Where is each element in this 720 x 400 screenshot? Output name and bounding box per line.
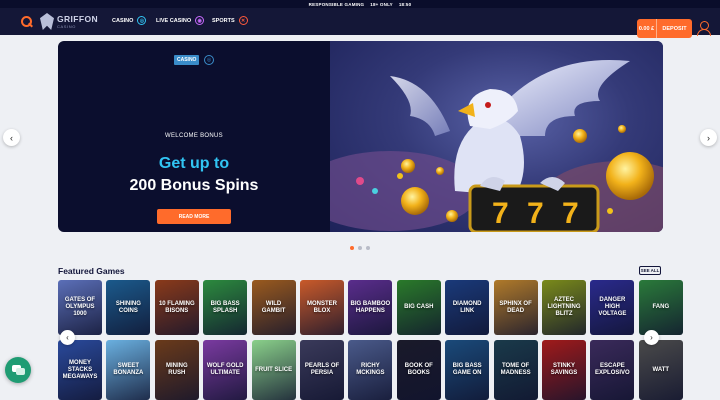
- nav-sports-label: SPORTS: [212, 17, 235, 24]
- griffon-logo[interactable]: GRIFFON CASINO: [40, 11, 98, 33]
- game-tile[interactable]: MINING RUSH: [154, 340, 199, 400]
- deposit-button[interactable]: DEPOSIT: [657, 19, 692, 38]
- svg-text:7: 7: [492, 197, 509, 230]
- responsible-gaming-text: RESPONSIBLE GAMING: [308, 1, 365, 7]
- game-tile[interactable]: DANGER HIGH VOLTAGE: [590, 280, 635, 335]
- game-tile[interactable]: WATT: [638, 340, 683, 400]
- live-chat-icon[interactable]: [5, 357, 31, 383]
- game-tile[interactable]: GATES OF OLYMPUS 1000: [58, 280, 102, 335]
- casino-chip-icon: ◎: [204, 55, 214, 65]
- user-account-icon[interactable]: [697, 21, 711, 36]
- svg-text:7: 7: [562, 197, 579, 230]
- read-more-button[interactable]: READ MORE: [157, 209, 231, 224]
- carousel-dots: [350, 246, 370, 250]
- game-tile[interactable]: BIG CASH: [396, 280, 441, 335]
- game-tile[interactable]: BIG BAMBOO HAPPENS: [348, 280, 393, 335]
- casino-tag: CASINO: [174, 55, 200, 65]
- nav-live-casino[interactable]: LIVE CASINO ◉: [156, 16, 205, 25]
- game-tile[interactable]: WOLF GOLD ULTIMATE: [203, 340, 248, 400]
- game-tile[interactable]: BIG BASS SPLASH: [203, 280, 248, 335]
- game-tile[interactable]: WILD GAMBIT: [251, 280, 296, 335]
- headline-bonus-spins: 200 Bonus Spins: [129, 177, 259, 194]
- search-icon[interactable]: [20, 15, 33, 28]
- game-tile[interactable]: STINKY SAVINGS: [542, 340, 586, 400]
- responsible-gaming-bar: RESPONSIBLE GAMING 18+ ONLY 18:50: [0, 0, 720, 8]
- nav-live-casino-label: LIVE CASINO: [156, 17, 192, 24]
- griffon-illustration: 7 7 7: [330, 59, 663, 232]
- griffon-logo-icon: [40, 13, 54, 30]
- game-tile[interactable]: MONEY STACKS MEGAWAYS: [58, 340, 102, 400]
- griffon-slot-artwork: 7 7 7: [330, 41, 663, 232]
- banner-text-panel: CASINO ◎ WELCOME BONUS Get up to 200 Bon…: [58, 41, 330, 232]
- nav-sports[interactable]: SPORTS ✕: [212, 16, 248, 25]
- carousel-dot[interactable]: [358, 246, 362, 250]
- games-prev-button[interactable]: ‹: [60, 330, 75, 345]
- game-tile[interactable]: BOOK OF BOOKS: [396, 340, 441, 400]
- clock-time: 18:50: [398, 1, 412, 7]
- game-tile[interactable]: TOME OF MADNESS: [493, 340, 538, 400]
- carousel-next-button[interactable]: ›: [700, 129, 717, 146]
- game-tile[interactable]: SPHINX OF DEAD: [493, 280, 538, 335]
- game-tile[interactable]: SWEET BONANZA: [106, 340, 151, 400]
- game-tile[interactable]: BIG BASS GAME ON: [445, 340, 490, 400]
- welcome-bonus-label: WELCOME BONUS: [165, 133, 223, 139]
- game-tile[interactable]: SHINING COINS: [106, 280, 151, 335]
- headline-get-up-to: Get up to: [158, 155, 230, 172]
- game-tile[interactable]: DIAMOND LINK: [445, 280, 490, 335]
- carousel-dot[interactable]: [366, 246, 370, 250]
- game-tile[interactable]: MONSTER BLOX: [300, 280, 344, 335]
- sports-ball-icon: ✕: [238, 16, 248, 25]
- game-tile[interactable]: ESCAPE EXPLOSIVO: [590, 340, 635, 400]
- age-badge: 18+ ONLY: [370, 1, 393, 7]
- carousel-dot[interactable]: [350, 246, 354, 250]
- live-icon: ◉: [195, 16, 205, 25]
- carousel-prev-button[interactable]: ‹: [3, 129, 20, 146]
- welcome-bonus-banner[interactable]: CASINO ◎ WELCOME BONUS Get up to 200 Bon…: [58, 41, 663, 232]
- games-next-button[interactable]: ›: [644, 330, 659, 345]
- game-tile[interactable]: FRUIT SLICE: [251, 340, 296, 400]
- casino-chip-icon: ◎: [137, 16, 147, 25]
- game-tile[interactable]: PEARLS OF PERSIA: [300, 340, 344, 400]
- game-tile[interactable]: RICHY MCKINGS: [348, 340, 393, 400]
- see-all-button[interactable]: SEE ALL: [639, 266, 661, 275]
- game-tile[interactable]: FANG: [638, 280, 683, 335]
- game-tile[interactable]: AZTEC LIGHTNING BLITZ: [542, 280, 586, 335]
- balance-display[interactable]: 0.00 £: [637, 19, 657, 38]
- svg-text:7: 7: [527, 197, 544, 230]
- game-tile[interactable]: 10 FLAMING BISONS: [154, 280, 199, 335]
- featured-games-title: Featured Games: [58, 266, 125, 276]
- nav-casino-label: CASINO: [112, 17, 134, 24]
- site-header: GRIFFON CASINO CASINO ◎ LIVE CASINO ◉ SP…: [0, 8, 720, 38]
- nav-casino[interactable]: CASINO ◎: [112, 16, 147, 25]
